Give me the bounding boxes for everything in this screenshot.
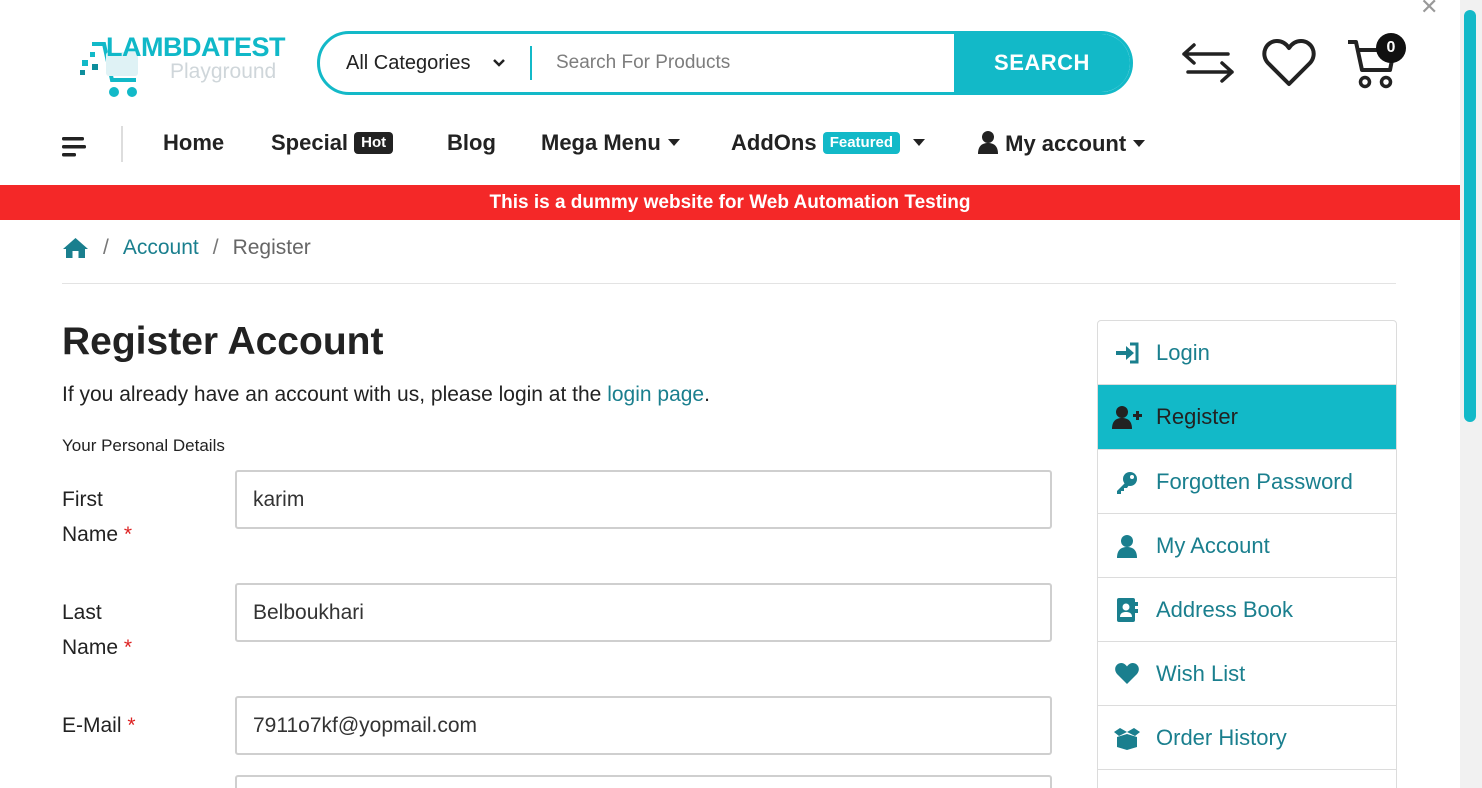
nav-item-label: AddOns [731, 130, 817, 155]
last-name-label: Last Name * [62, 595, 212, 665]
first-name-input[interactable]: karim [235, 470, 1052, 529]
intro-prefix: If you already have an account with us, … [62, 383, 608, 406]
sidebar-item-order-history[interactable]: Order History [1098, 706, 1396, 770]
sidebar-item-my-account[interactable]: My Account [1098, 514, 1396, 578]
wishlist-heart-icon[interactable] [1262, 38, 1316, 88]
logo-text-secondary: Playground [170, 60, 277, 83]
nav-item-label: Home [163, 130, 225, 155]
heart-icon [1115, 662, 1139, 684]
notice-banner: This is a dummy website for Web Automati… [0, 185, 1460, 220]
email-input[interactable]: 7911o7kf@yopmail.com [235, 696, 1052, 755]
logo[interactable]: LAMBDATEST Playground [78, 30, 293, 100]
telephone-input[interactable] [235, 775, 1052, 788]
address-book-icon [1117, 597, 1138, 622]
category-select[interactable]: All Categories [320, 34, 530, 92]
featured-badge: Featured [822, 132, 901, 154]
email-label-text: E-Mail [62, 714, 122, 737]
header: LAMBDATEST Playground All Categories SEA… [0, 0, 1460, 120]
required-asterisk: * [123, 636, 133, 659]
sidebar-item-address-book[interactable]: Address Book [1098, 578, 1396, 642]
hot-badge: Hot [354, 132, 394, 154]
nav-divider [121, 126, 123, 162]
compare-icon[interactable] [1180, 42, 1236, 86]
home-icon[interactable] [62, 237, 89, 259]
sidebar-item-label: My Account [1156, 532, 1270, 558]
logo-text-primary: LAMBDATEST [106, 32, 285, 62]
chevron-down-icon [493, 59, 505, 67]
category-select-label: All Categories [346, 51, 471, 74]
sidebar-item-label: Login [1156, 339, 1210, 365]
first-name-label: First Name * [62, 482, 212, 552]
sidebar-item-register[interactable]: Register [1098, 385, 1396, 450]
personal-details-legend: Your Personal Details [62, 436, 225, 455]
nav-item-my-account[interactable]: My account [977, 130, 1146, 157]
breadcrumb-separator: / [212, 236, 219, 259]
sidebar-item-login[interactable]: Login [1098, 321, 1396, 385]
last-name-input[interactable]: Belboukhari [235, 583, 1052, 642]
nav-item-label: My account [1005, 131, 1127, 156]
box-open-icon [1114, 727, 1140, 750]
sign-in-icon [1116, 342, 1139, 363]
breadcrumb: / Account / Register [62, 236, 311, 260]
required-asterisk: * [127, 714, 136, 737]
last-name-label-line2: Name [62, 636, 119, 659]
breadcrumb-divider [62, 283, 1396, 284]
intro-text: If you already have an account with us, … [62, 383, 710, 407]
nav-item-label: Mega Menu [541, 130, 661, 155]
caret-down-icon [913, 139, 926, 146]
search-bar: All Categories SEARCH [317, 31, 1133, 95]
first-name-label-line1: First [62, 488, 103, 511]
breadcrumb-current: Register [232, 236, 311, 259]
cart-count-badge: 0 [1376, 33, 1406, 63]
last-name-label-line1: Last [62, 601, 102, 624]
account-sidebar: Login Register Forgotten Password My Acc… [1097, 320, 1397, 788]
sidebar-item-label: Address Book [1156, 596, 1293, 622]
sidebar-item-label: Forgotten Password [1156, 468, 1353, 494]
email-label: E-Mail * [62, 708, 212, 743]
page-scrollbar[interactable] [1460, 0, 1482, 788]
nav-item-blog[interactable]: Blog [447, 130, 496, 156]
sidebar-item-label: Register [1156, 404, 1238, 429]
close-icon[interactable]: ✕ [1420, 0, 1438, 20]
first-name-label-line2: Name [62, 523, 119, 546]
user-icon [978, 131, 998, 154]
required-asterisk: * [123, 523, 133, 546]
key-icon [1117, 471, 1137, 494]
search-input[interactable] [532, 52, 954, 74]
caret-down-icon [667, 139, 680, 146]
nav-item-home[interactable]: Home [163, 130, 224, 156]
sidebar-item-forgotten-password[interactable]: Forgotten Password [1098, 450, 1396, 514]
search-field [532, 34, 954, 92]
nav-item-mega-menu[interactable]: Mega Menu [541, 130, 681, 156]
user-icon [1117, 534, 1137, 558]
nav-item-special[interactable]: Special Hot [271, 130, 394, 156]
user-plus-icon [1112, 406, 1142, 429]
nav-item-label: Blog [447, 130, 496, 155]
page-title: Register Account [62, 320, 384, 363]
hamburger-menu-icon[interactable] [62, 136, 88, 158]
scrollbar-thumb[interactable] [1464, 10, 1476, 422]
intro-suffix: . [704, 383, 710, 406]
nav-item-addons[interactable]: AddOns Featured [731, 130, 926, 156]
breadcrumb-account-link[interactable]: Account [123, 236, 199, 260]
main-nav: Home Special Hot Blog Mega Menu AddOns F… [0, 118, 1460, 174]
sidebar-item-wish-list[interactable]: Wish List [1098, 642, 1396, 706]
sidebar-item-label: Wish List [1156, 660, 1246, 686]
login-page-link[interactable]: login page [607, 383, 704, 406]
caret-down-icon [1133, 140, 1146, 147]
sidebar-item-label: Order History [1156, 724, 1287, 750]
breadcrumb-separator: / [103, 236, 109, 259]
search-button[interactable]: SEARCH [954, 34, 1130, 92]
nav-item-label: Special [271, 130, 349, 155]
